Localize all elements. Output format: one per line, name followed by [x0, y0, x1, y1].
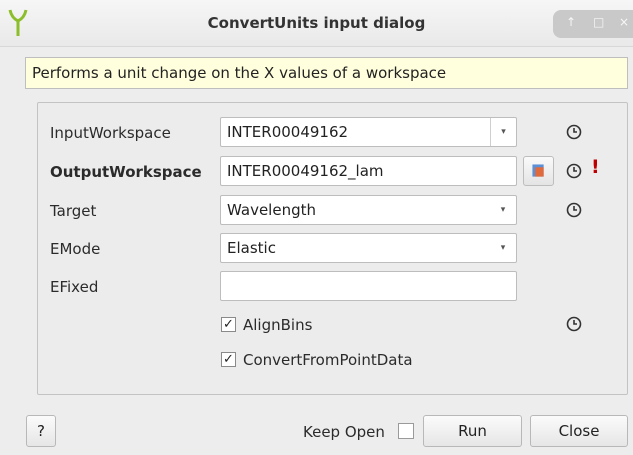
input-workspace-value: INTER00049162 [227, 123, 349, 141]
chevron-down-icon[interactable]: ▾ [490, 118, 516, 146]
target-select[interactable]: Wavelength ▾ [220, 195, 517, 225]
history-clock-icon[interactable] [566, 163, 582, 179]
help-button[interactable]: ? [26, 415, 56, 447]
emode-label: EMode [50, 240, 101, 258]
target-value: Wavelength [227, 201, 316, 219]
output-workspace-input[interactable]: INTER00049162_lam [220, 156, 517, 186]
window-title: ConvertUnits input dialog [207, 14, 426, 32]
emode-value: Elastic [227, 239, 276, 257]
validation-error-icon: ! [591, 156, 600, 178]
algorithm-description: Performs a unit change on the X values o… [25, 57, 628, 89]
history-clock-icon[interactable] [566, 202, 582, 218]
chevron-down-icon[interactable]: ▾ [490, 196, 516, 224]
align-bins-label: AlignBins [243, 316, 313, 334]
convert-from-point-data-checkbox[interactable]: ✓ [221, 352, 236, 367]
workspace-icon [532, 164, 544, 177]
chevron-down-icon[interactable]: ▾ [490, 234, 516, 262]
efixed-input[interactable] [220, 271, 517, 301]
input-workspace-label: InputWorkspace [50, 124, 171, 142]
keep-open-label: Keep Open [303, 423, 385, 441]
window-controls: ↑ □ × [553, 10, 633, 38]
title-bar: ConvertUnits input dialog ↑ □ × [0, 0, 633, 47]
keep-above-icon[interactable]: ↑ [566, 15, 576, 29]
run-button[interactable]: Run [423, 415, 522, 447]
efixed-label: EFixed [50, 278, 99, 296]
keep-open-checkbox[interactable] [398, 423, 414, 439]
input-workspace-combo[interactable]: INTER00049162 ▾ [220, 117, 517, 147]
output-workspace-label: OutputWorkspace [50, 163, 202, 181]
close-button[interactable]: Close [530, 415, 628, 447]
align-bins-checkbox[interactable]: ✓ [221, 317, 236, 332]
history-clock-icon[interactable] [566, 124, 582, 140]
history-clock-icon[interactable] [566, 316, 582, 332]
convert-from-point-data-label: ConvertFromPointData [243, 351, 413, 369]
maximize-icon[interactable]: □ [593, 15, 604, 29]
workspace-browse-button[interactable] [523, 156, 554, 186]
emode-select[interactable]: Elastic ▾ [220, 233, 517, 263]
close-window-icon[interactable]: × [619, 15, 629, 29]
target-label: Target [50, 202, 97, 220]
output-workspace-value: INTER00049162_lam [227, 162, 384, 180]
